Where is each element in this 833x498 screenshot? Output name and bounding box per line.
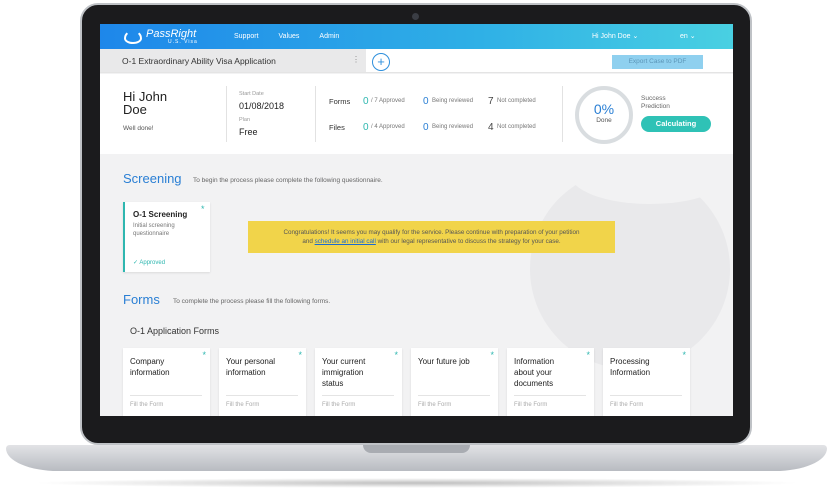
divider <box>226 395 298 396</box>
files-not-completed-label: Not completed <box>497 124 536 130</box>
divider <box>562 86 563 142</box>
form-card-future-job[interactable]: Your future job * Fill the Form <box>411 348 498 416</box>
camera-icon <box>412 13 419 20</box>
forms-approved-label: / 7 Approved <box>371 98 405 104</box>
nav-support[interactable]: Support <box>234 33 259 40</box>
form-card-immigration[interactable]: Your current immigration status * Fill the… <box>315 348 402 416</box>
form-card-title: Processing Information <box>610 357 651 377</box>
start-date-label: Start Date <box>239 91 264 97</box>
fill-form-link[interactable]: Fill the Form <box>418 402 451 408</box>
form-card-title: Company information <box>130 357 170 377</box>
nav-admin[interactable]: Admin <box>319 33 339 40</box>
form-card-title: Your personal information <box>226 357 276 377</box>
screening-card[interactable]: O-1 Screening * Initial screening questi… <box>123 202 210 272</box>
progress-ring: 0% Done <box>575 86 633 144</box>
divider <box>418 395 490 396</box>
start-date: 01/08/2018 <box>239 101 285 111</box>
files-reviewed-count: 0 <box>423 122 429 133</box>
app-screen: PassRight U.S. Visa Support Values Admin… <box>100 24 733 416</box>
forms-not-completed-label: Not completed <box>497 98 536 104</box>
calculating-button[interactable]: Calculating <box>641 116 711 132</box>
asterisk-icon: * <box>586 350 590 360</box>
forms-group-title: O-1 Application Forms <box>130 326 220 336</box>
tab-more-icon[interactable]: ⋮ <box>352 55 360 64</box>
divider <box>226 86 227 142</box>
screening-title: Screening <box>123 171 182 186</box>
fill-form-link[interactable]: Fill the Form <box>514 402 547 408</box>
forms-reviewed-count: 0 <box>423 96 429 107</box>
divider <box>315 86 316 142</box>
screening-card-sub: Initial screening questionnaire <box>133 223 175 237</box>
form-card-title: Your future job <box>418 357 470 366</box>
asterisk-icon: * <box>394 350 398 360</box>
files-label: Files <box>329 123 345 132</box>
tab-o1-application[interactable]: O-1 Extraordinary Ability Visa Applicati… <box>100 49 366 72</box>
forms-title: Forms <box>123 292 160 307</box>
forms-approved-count: 0 <box>363 96 369 107</box>
form-card-title: Your current immigration status <box>322 357 366 388</box>
form-card-processing[interactable]: Processing Information * Fill the Form <box>603 348 690 416</box>
asterisk-icon: * <box>202 350 206 360</box>
divider <box>322 395 394 396</box>
schedule-call-link[interactable]: schedule an initial call <box>315 238 376 245</box>
case-summary: Hi John Doe Well done! Start Date 01/08/… <box>100 74 733 154</box>
files-approved-count: 0 <box>363 122 369 133</box>
form-card-title: Information about your documents <box>514 357 555 388</box>
language-select[interactable]: en ⌄ <box>680 32 696 40</box>
screening-card-title: O-1 Screening <box>133 210 188 219</box>
laptop-notch <box>363 445 470 453</box>
form-card-documents[interactable]: Information about your documents * Fill th… <box>507 348 594 416</box>
forms-label: Forms <box>329 97 351 106</box>
fill-form-link[interactable]: Fill the Form <box>322 402 355 408</box>
progress-label: Done <box>596 117 612 124</box>
logo[interactable]: PassRight U.S. Visa <box>124 27 234 45</box>
divider <box>610 395 682 396</box>
user-menu[interactable]: Hi John Doe ⌄ <box>592 32 638 40</box>
logo-subtitle: U.S. Visa <box>168 38 198 45</box>
form-card-company[interactable]: Company information * Fill the Form <box>123 348 210 416</box>
form-card-personal[interactable]: Your personal information * Fill the Form <box>219 348 306 416</box>
case-tabbar: O-1 Extraordinary Ability Visa Applicati… <box>100 49 733 73</box>
forms-not-completed-count: 7 <box>488 96 494 107</box>
forms-desc: To complete the process please fill the … <box>173 298 331 305</box>
plan-value: Free <box>239 127 258 137</box>
files-approved-label: / 4 Approved <box>371 124 405 130</box>
asterisk-icon: * <box>298 350 302 360</box>
divider <box>514 395 586 396</box>
nav-values[interactable]: Values <box>279 33 300 40</box>
tab-label: O-1 Extraordinary Ability Visa Applicati… <box>122 55 276 66</box>
asterisk-icon: * <box>490 350 494 360</box>
plan-label: Plan <box>239 117 251 123</box>
congrats-banner: Congratulations! It seems you may qualif… <box>248 221 615 253</box>
fill-form-link[interactable]: Fill the Form <box>610 402 643 408</box>
add-case-button[interactable]: + <box>372 53 390 71</box>
screening-desc: To begin the process please complete the… <box>193 177 383 184</box>
files-reviewed-label: Being reviewed <box>432 124 474 130</box>
logo-icon <box>124 29 142 44</box>
fill-form-link[interactable]: Fill the Form <box>130 402 163 408</box>
laptop-shadow <box>30 478 803 488</box>
asterisk-icon: * <box>682 350 686 360</box>
success-prediction-label: Success Prediction <box>641 95 670 110</box>
top-navbar: PassRight U.S. Visa Support Values Admin… <box>100 24 733 49</box>
approved-status: ✓ Approved <box>133 260 166 266</box>
greeting-sub: Well done! <box>123 125 154 132</box>
progress-percent: 0% <box>593 101 615 117</box>
export-pdf-button[interactable]: Export Case to PDF <box>612 55 703 69</box>
logo-name: PassRight <box>146 27 197 40</box>
fill-form-link[interactable]: Fill the Form <box>226 402 259 408</box>
files-not-completed-count: 4 <box>488 122 494 133</box>
forms-reviewed-label: Being reviewed <box>432 98 474 104</box>
asterisk-icon: * <box>201 204 205 214</box>
greeting: Hi John Doe <box>123 89 168 117</box>
divider <box>130 395 202 396</box>
